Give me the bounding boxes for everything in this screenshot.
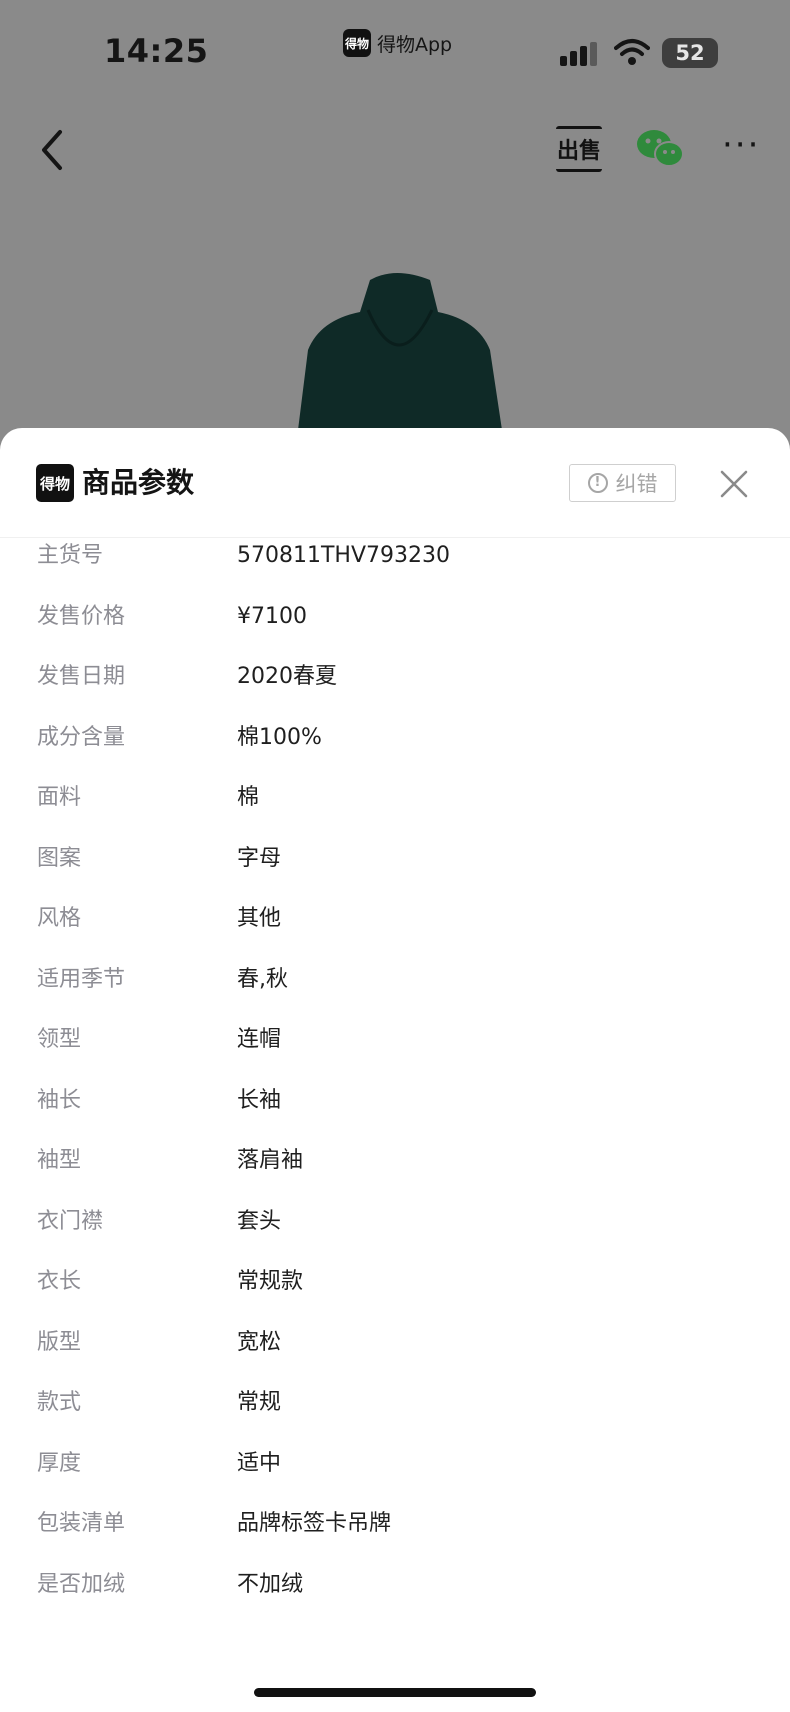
param-value: 2020春夏 [237, 664, 337, 689]
wifi-icon [614, 39, 650, 65]
param-label: 衣门襟 [37, 1208, 104, 1234]
param-label: 风格 [37, 906, 82, 931]
app-logo: 得物 [343, 29, 371, 57]
param-row: 主货号 570811THV793230 [0, 538, 790, 599]
param-value: 品牌标签卡吊牌 [237, 1511, 392, 1536]
signal-icon [560, 42, 597, 66]
status-app-name: 得物App [377, 33, 453, 56]
param-value: 套头 [237, 1208, 282, 1234]
param-value: 570811THV793230 [237, 543, 450, 568]
param-row: 发售价格 ¥7100 [0, 599, 790, 660]
param-value: 棉100% [237, 724, 322, 750]
param-value: 字母 [237, 845, 282, 871]
close-icon[interactable] [718, 468, 750, 500]
param-row: 适用季节 春,秋 [0, 962, 790, 1023]
param-row: 领型 连帽 [0, 1022, 790, 1083]
param-label: 图案 [37, 845, 82, 871]
params-list: 主货号 570811THV793230 发售价格 ¥7100 发售日期 2020春夏 … [0, 538, 790, 1627]
info-icon: ! [587, 473, 608, 493]
app-logo-icon: 得物 [36, 464, 74, 502]
param-label: 厚度 [37, 1450, 82, 1476]
param-value: 长袖 [237, 1087, 282, 1113]
report-error-label: 纠错 [615, 472, 658, 496]
param-row: 版型 宽松 [0, 1325, 790, 1386]
param-value: 适中 [237, 1450, 282, 1476]
sheet-header: 得物 商品参数 ! 纠错 [0, 428, 790, 538]
param-row: 款式 常规 [0, 1385, 790, 1446]
report-error-button[interactable]: ! 纠错 [569, 464, 676, 502]
status-bar: 14:25 得物 得物App 52 [0, 0, 790, 100]
product-params-sheet: 得物 商品参数 ! 纠错 主货号 570811THV793230 发售价格 ¥710… [0, 428, 790, 1712]
status-time: 14:25 [104, 32, 209, 70]
param-value: 棉 [237, 785, 260, 810]
product-nav-bar: 出售 ··· [0, 110, 790, 190]
param-label: 款式 [37, 1390, 82, 1415]
param-label: 面料 [37, 785, 82, 810]
param-row: 图案 字母 [0, 841, 790, 902]
status-app-indicator[interactable]: 得物 得物App [343, 29, 452, 57]
param-row: 是否加绒 不加绒 [0, 1567, 790, 1628]
param-value: 落肩袖 [237, 1148, 304, 1173]
home-indicator[interactable] [254, 1688, 536, 1697]
param-value: 不加绒 [237, 1571, 304, 1597]
sell-button[interactable]: 出售 [556, 126, 602, 172]
param-row: 成分含量 棉100% [0, 720, 790, 781]
param-row: 包装清单 品牌标签卡吊牌 [0, 1506, 790, 1567]
param-value: 春,秋 [237, 966, 288, 992]
param-value: 宽松 [237, 1329, 282, 1355]
param-row: 袖长 长袖 [0, 1083, 790, 1144]
param-row: 衣门襟 套头 [0, 1204, 790, 1265]
sheet-title: 商品参数 [82, 466, 195, 499]
param-label: 发售价格 [37, 603, 126, 629]
param-value: 常规 [237, 1390, 282, 1415]
param-label: 是否加绒 [37, 1571, 126, 1597]
param-value: 常规款 [237, 1269, 304, 1294]
param-label: 发售日期 [37, 664, 126, 689]
wechat-icon[interactable] [636, 128, 684, 170]
param-label: 版型 [37, 1329, 82, 1355]
param-label: 适用季节 [37, 966, 126, 992]
param-label: 包装清单 [37, 1511, 126, 1536]
param-label: 主货号 [37, 543, 104, 568]
param-row: 发售日期 2020春夏 [0, 659, 790, 720]
param-label: 袖长 [37, 1087, 82, 1113]
param-label: 成分含量 [37, 724, 126, 750]
param-value: 其他 [237, 906, 282, 931]
param-row: 风格 其他 [0, 901, 790, 962]
battery-icon: 52 [662, 38, 718, 68]
param-value: ¥7100 [237, 603, 307, 629]
param-label: 袖型 [37, 1148, 82, 1173]
param-row: 厚度 适中 [0, 1446, 790, 1507]
more-button[interactable]: ··· [722, 128, 762, 162]
param-row: 袖型 落肩袖 [0, 1143, 790, 1204]
param-value: 连帽 [237, 1027, 282, 1052]
chevron-left-icon[interactable] [36, 128, 68, 172]
param-row: 衣长 常规款 [0, 1264, 790, 1325]
param-label: 衣长 [37, 1269, 82, 1294]
param-label: 领型 [37, 1027, 82, 1052]
product-image [298, 273, 502, 430]
param-row: 面料 棉 [0, 780, 790, 841]
